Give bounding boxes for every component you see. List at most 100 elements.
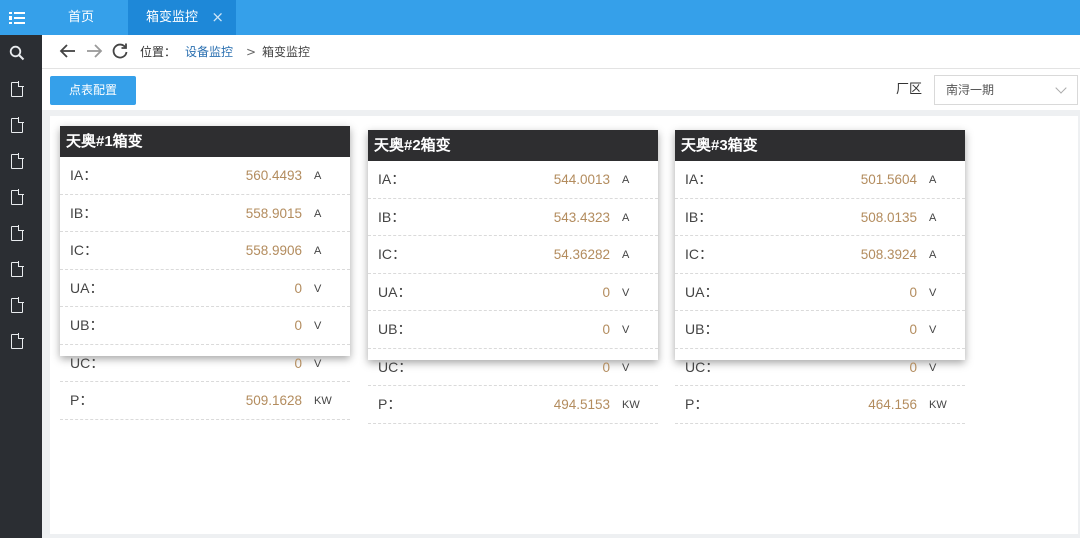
row-label: IB：: [378, 208, 406, 225]
row-label: IC：: [70, 242, 98, 258]
row-value: 543.4323: [553, 209, 610, 225]
area-label: 厂区: [896, 82, 923, 97]
point-table-config-button[interactable]: 点表配置: [50, 76, 136, 105]
row-label: UA：: [378, 283, 412, 300]
row-value: 54.36282: [553, 247, 610, 262]
document-icon: [11, 332, 24, 349]
sidebar-item-7[interactable]: [0, 287, 34, 323]
menu-icon: [9, 11, 25, 24]
document-icon: [11, 296, 24, 313]
document-icon: [11, 80, 24, 97]
row-value: 0: [294, 318, 302, 333]
card-row-ib: IB： 543.4323 A: [368, 199, 658, 236]
row-label: UB：: [70, 317, 104, 333]
left-sidebar: [0, 0, 34, 538]
document-icon: [11, 224, 24, 241]
transformer-card-3[interactable]: 天奥#3箱变 IA： 501.5604 A IB： 508.0135 A IC： 508.…: [675, 130, 965, 424]
row-value: 558.9906: [245, 243, 302, 258]
row-unit: V: [929, 286, 937, 299]
card-row-ub: UB： 0 V: [60, 307, 350, 345]
row-unit: KW: [622, 399, 640, 411]
row-label: UA：: [685, 283, 719, 300]
card-row-ia: IA： 544.0013 A: [368, 161, 658, 199]
card-row-uc: UC： 0 V: [368, 349, 658, 386]
transformer-card-2[interactable]: 天奥#2箱变 IA： 544.0013 A IB： 543.4323 A IC： 54.3…: [368, 130, 658, 424]
area-select-value: 南浔一期: [946, 83, 995, 97]
tab-home[interactable]: 首页: [34, 0, 128, 35]
sidebar-item-8[interactable]: [0, 323, 34, 359]
document-icon: [11, 188, 24, 205]
main-content: 点表配置 厂区 南浔一期 天奥#1箱变 IA： 560.4493 A IB： 558.…: [42, 70, 1080, 538]
row-value: 508.3924: [860, 247, 917, 262]
row-label: IB：: [70, 204, 98, 221]
row-value: 544.0013: [553, 172, 610, 187]
row-label: UC：: [70, 354, 105, 371]
card-row-p: P： 494.5153 KW: [368, 386, 658, 424]
sidebar-item-5[interactable]: [0, 215, 34, 251]
toolbar: 点表配置 厂区 南浔一期: [42, 70, 1080, 110]
card-row-ub: UB： 0 V: [368, 311, 658, 349]
row-unit: A: [929, 211, 937, 224]
card-title: 天奥#1箱变: [60, 126, 350, 157]
row-label: UA：: [70, 279, 104, 296]
row-value: 0: [909, 284, 917, 300]
tab-box-transformer-monitor[interactable]: 箱变监控 ×: [128, 0, 236, 35]
forward-arrow-icon[interactable]: [84, 41, 104, 61]
row-unit: A: [314, 170, 322, 182]
menu-toggle-button[interactable]: [0, 0, 34, 35]
row-value: 0: [294, 355, 302, 371]
area-select[interactable]: 南浔一期: [934, 75, 1078, 105]
row-unit: V: [622, 361, 630, 374]
search-icon: [9, 45, 25, 61]
row-value: 0: [909, 359, 917, 375]
breadcrumb-parent-link[interactable]: 设备监控: [185, 35, 233, 69]
row-value: 558.9015: [245, 205, 302, 221]
close-icon[interactable]: ×: [211, 0, 224, 35]
row-value: 501.5604: [860, 172, 917, 187]
row-label: UB：: [685, 321, 719, 337]
sidebar-item-6[interactable]: [0, 251, 34, 287]
row-value: 494.5153: [553, 397, 610, 412]
sidebar-item-2[interactable]: [0, 107, 34, 143]
row-label: P：: [378, 396, 402, 412]
card-row-uc: UC： 0 V: [675, 349, 965, 386]
row-label: UC：: [378, 358, 413, 375]
transformer-card-1[interactable]: 天奥#1箱变 IA： 560.4493 A IB： 558.9015 A IC： 558.…: [60, 126, 350, 420]
card-row-ib: IB： 558.9015 A: [60, 195, 350, 232]
breadcrumb-separator: >: [246, 45, 257, 59]
sidebar-search-button[interactable]: [0, 35, 34, 71]
row-value: 0: [602, 284, 610, 300]
sidebar-item-1[interactable]: [0, 71, 34, 107]
row-value: 560.4493: [245, 168, 302, 183]
row-label: P：: [685, 396, 709, 412]
card-area: 天奥#1箱变 IA： 560.4493 A IB： 558.9015 A IC： 558.…: [50, 116, 1078, 534]
card-row-p: P： 464.156 KW: [675, 386, 965, 424]
sidebar-item-4[interactable]: [0, 179, 34, 215]
row-unit: V: [929, 361, 937, 374]
row-unit: KW: [929, 399, 947, 411]
card-row-uc: UC： 0 V: [60, 345, 350, 382]
row-unit: A: [622, 174, 630, 186]
row-label: UB：: [378, 321, 412, 337]
back-arrow-icon[interactable]: [58, 41, 78, 61]
row-unit: V: [314, 357, 322, 370]
row-unit: KW: [314, 395, 332, 407]
document-icon: [11, 152, 24, 169]
refresh-icon[interactable]: [110, 41, 130, 61]
row-value: 0: [909, 322, 917, 337]
row-value: 509.1628: [245, 393, 302, 408]
card-row-ib: IB： 508.0135 A: [675, 199, 965, 236]
row-unit: A: [929, 174, 937, 186]
card-row-ua: UA： 0 V: [60, 270, 350, 307]
breadcrumb-prefix: 位置：: [140, 45, 177, 59]
sidebar-gutter: [34, 35, 42, 538]
breadcrumb-current: 箱变监控: [262, 45, 311, 59]
row-value: 0: [602, 322, 610, 337]
card-row-ia: IA： 560.4493 A: [60, 157, 350, 195]
card-row-ic: IC： 508.3924 A: [675, 236, 965, 274]
row-value: 0: [294, 280, 302, 296]
row-unit: V: [314, 320, 322, 332]
sidebar-item-3[interactable]: [0, 143, 34, 179]
card-row-ic: IC： 54.36282 A: [368, 236, 658, 274]
breadcrumb-bar: 位置： 设备监控 > 箱变监控: [42, 35, 1080, 69]
